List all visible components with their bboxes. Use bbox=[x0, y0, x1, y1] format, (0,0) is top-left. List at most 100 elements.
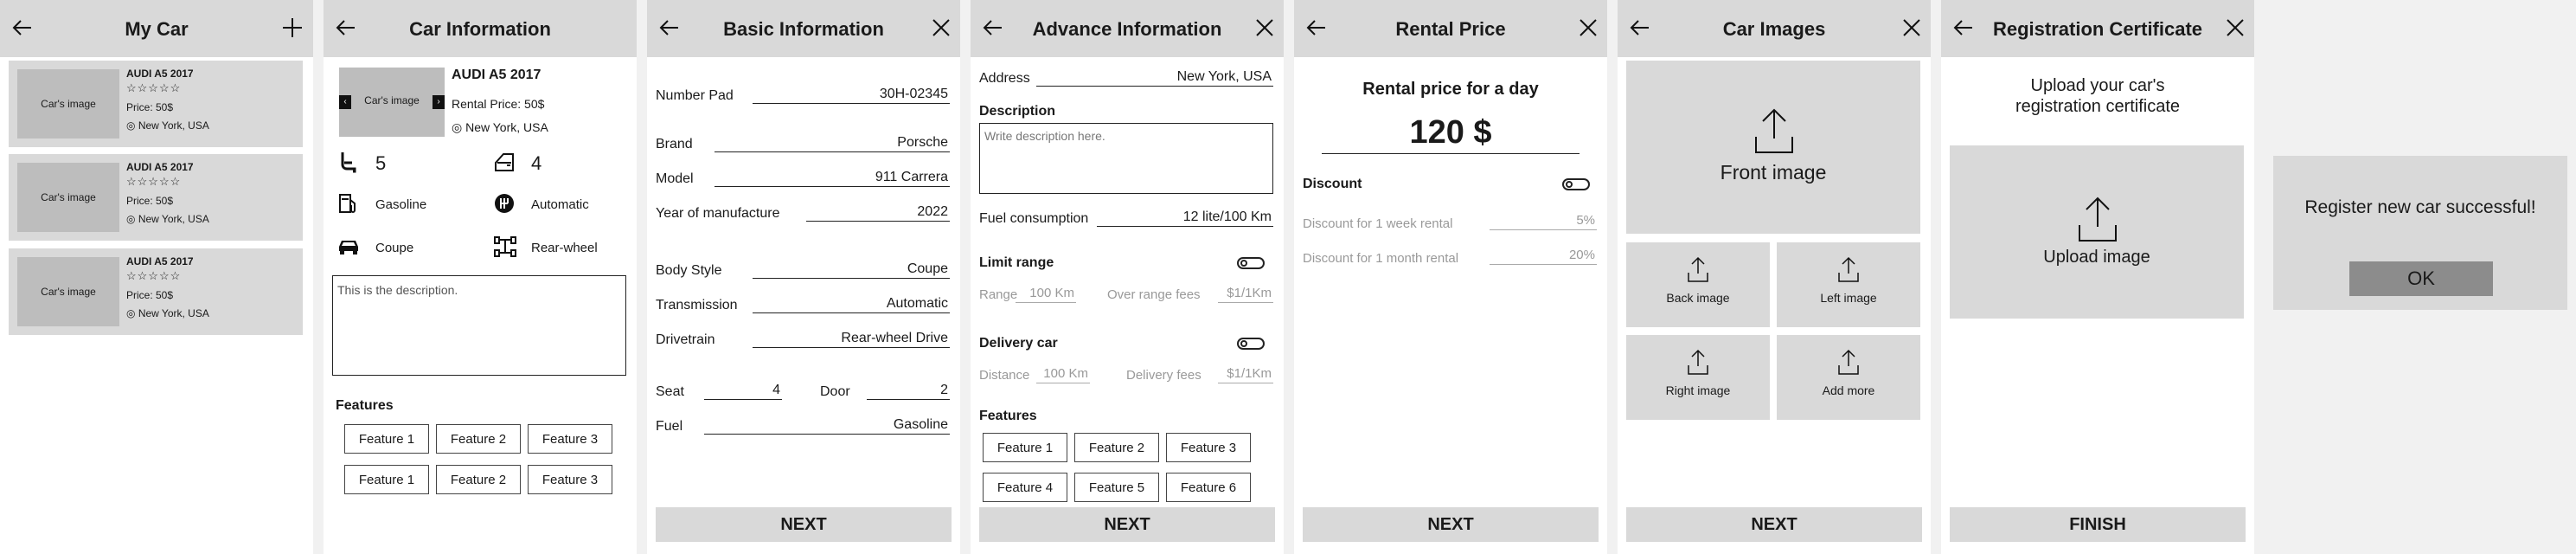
next-image-icon[interactable]: › bbox=[433, 95, 445, 109]
number-pad-label: Number Pad bbox=[656, 88, 734, 103]
address-input[interactable]: New York, USA bbox=[1036, 69, 1273, 87]
model-input[interactable]: 911 Carrera bbox=[714, 170, 950, 187]
distance-input[interactable]: 100 Km bbox=[1036, 366, 1090, 383]
month-discount-input[interactable]: 20% bbox=[1490, 248, 1597, 265]
car-image: Car's image bbox=[17, 257, 119, 326]
ok-button[interactable]: OK bbox=[2349, 261, 2493, 296]
feature-chip[interactable]: Feature 3 bbox=[1166, 433, 1251, 462]
upload-icon bbox=[1838, 256, 1859, 287]
delivery-car-toggle[interactable] bbox=[1237, 338, 1265, 350]
description-textarea[interactable]: Write description here. bbox=[979, 123, 1273, 194]
header: Basic Information bbox=[647, 0, 960, 57]
feature-chip[interactable]: Feature 2 bbox=[1074, 433, 1159, 462]
header: My Car bbox=[0, 0, 313, 57]
close-icon[interactable] bbox=[1253, 16, 1277, 40]
close-icon[interactable] bbox=[1900, 16, 1924, 40]
feature-chip: Feature 3 bbox=[528, 465, 612, 494]
feature-chip[interactable]: Feature 6 bbox=[1166, 473, 1251, 502]
car-location: ◎ New York, USA bbox=[126, 213, 209, 225]
features-title: Features bbox=[336, 398, 394, 413]
success-message: Register new car successful! bbox=[2304, 197, 2536, 217]
range-label: Range bbox=[979, 287, 1018, 302]
car-location: ◎ New York, USA bbox=[126, 307, 209, 319]
next-button[interactable]: NEXT bbox=[1626, 507, 1922, 542]
back-image-upload[interactable]: Back image bbox=[1626, 242, 1770, 327]
delivery-fees-label: Delivery fees bbox=[1126, 368, 1201, 383]
car-card[interactable]: Car's image AUDI A5 2017 ☆☆☆☆☆ Price: 50… bbox=[9, 248, 303, 335]
year-label: Year of manufacture bbox=[656, 206, 780, 221]
door-icon bbox=[493, 151, 516, 177]
car-name: AUDI A5 2017 bbox=[452, 68, 541, 82]
add-icon[interactable] bbox=[280, 16, 304, 40]
limit-range-toggle[interactable] bbox=[1237, 257, 1265, 269]
car-card[interactable]: Car's image AUDI A5 2017 ☆☆☆☆☆ Price: 50… bbox=[9, 154, 303, 241]
year-input[interactable]: 2022 bbox=[806, 204, 950, 222]
rental-price-input[interactable]: 120 $ bbox=[1322, 114, 1580, 154]
next-button[interactable]: NEXT bbox=[1303, 507, 1599, 542]
description-box: This is the description. bbox=[332, 275, 626, 376]
page-title: Registration Certificate bbox=[1992, 18, 2203, 40]
header: Car Information bbox=[324, 0, 637, 57]
success-dialog: Register new car successful! OK bbox=[2273, 156, 2567, 310]
back-image-label: Back image bbox=[1666, 291, 1730, 305]
close-icon[interactable] bbox=[2223, 16, 2247, 40]
car-image: Car's image ‹ › bbox=[339, 68, 445, 137]
rating-stars: ☆☆☆☆☆ bbox=[126, 269, 182, 282]
brand-input[interactable]: Porsche bbox=[714, 135, 950, 152]
close-icon[interactable] bbox=[1576, 16, 1600, 40]
car-image-label: Car's image bbox=[364, 94, 420, 106]
number-pad-input[interactable]: 30H-02345 bbox=[753, 87, 950, 104]
left-image-label: Left image bbox=[1820, 291, 1877, 305]
next-button[interactable]: NEXT bbox=[656, 507, 952, 542]
gearbox-icon bbox=[493, 192, 516, 219]
header: Rental Price bbox=[1294, 0, 1607, 57]
next-button[interactable]: NEXT bbox=[979, 507, 1275, 542]
feature-chip: Feature 1 bbox=[344, 424, 429, 454]
car-price: Price: 50$ bbox=[126, 289, 174, 301]
feature-chip[interactable]: Feature 5 bbox=[1074, 473, 1159, 502]
distance-label: Distance bbox=[979, 368, 1030, 383]
feature-chip[interactable]: Feature 4 bbox=[983, 473, 1067, 502]
fuel-input[interactable]: Gasoline bbox=[704, 417, 950, 435]
over-range-input[interactable]: $1/1Km bbox=[1218, 286, 1273, 303]
feature-chip: Feature 3 bbox=[528, 424, 612, 454]
week-discount-input[interactable]: 5% bbox=[1490, 213, 1597, 230]
limit-range-label: Limit range bbox=[979, 255, 1054, 270]
add-more-upload[interactable]: Add more bbox=[1777, 335, 1920, 420]
page-title: Rental Price bbox=[1395, 18, 1506, 40]
body-style-input[interactable]: Coupe bbox=[753, 261, 950, 279]
feature-chip[interactable]: Feature 1 bbox=[983, 433, 1067, 462]
upload-icon bbox=[2078, 194, 2118, 247]
drivetrain-input[interactable]: Rear-wheel Drive bbox=[753, 331, 950, 348]
fuel-consumption-input[interactable]: 12 lite/100 Km bbox=[1097, 209, 1273, 227]
location-text: New York, USA bbox=[138, 307, 209, 319]
finish-button[interactable]: FINISH bbox=[1950, 507, 2246, 542]
car-body-icon bbox=[337, 235, 360, 262]
transmission-input[interactable]: Automatic bbox=[753, 296, 950, 313]
description-placeholder: Write description here. bbox=[984, 129, 1105, 143]
upload-icon bbox=[1754, 106, 1794, 158]
car-card[interactable]: Car's image AUDI A5 2017 ☆☆☆☆☆ Price: 50… bbox=[9, 61, 303, 147]
month-discount-label: Discount for 1 month rental bbox=[1303, 251, 1459, 266]
prev-image-icon[interactable]: ‹ bbox=[339, 95, 351, 109]
discount-toggle[interactable] bbox=[1562, 178, 1590, 190]
certificate-upload[interactable]: Upload image bbox=[1950, 145, 2244, 319]
page-title: Car Images bbox=[1722, 18, 1826, 40]
front-image-upload[interactable]: Front image bbox=[1626, 61, 1920, 234]
car-price: Price: 50$ bbox=[126, 101, 174, 113]
range-input[interactable]: 100 Km bbox=[1016, 286, 1076, 303]
drivetrain-label: Drivetrain bbox=[656, 332, 715, 347]
rating-stars: ☆☆☆☆☆ bbox=[126, 175, 182, 188]
close-icon[interactable] bbox=[929, 16, 953, 40]
seat-input[interactable]: 4 bbox=[704, 383, 782, 400]
left-image-upload[interactable]: Left image bbox=[1777, 242, 1920, 327]
header: Advance Information bbox=[971, 0, 1284, 57]
delivery-fees-input[interactable]: $1/1Km bbox=[1218, 366, 1273, 383]
body-style-label: Body Style bbox=[656, 263, 722, 278]
feature-chip: Feature 2 bbox=[436, 465, 521, 494]
door-input[interactable]: 2 bbox=[867, 383, 950, 400]
feature-chip: Feature 1 bbox=[344, 465, 429, 494]
right-image-upload[interactable]: Right image bbox=[1626, 335, 1770, 420]
car-location: ◎ New York, USA bbox=[452, 120, 548, 134]
seat-icon bbox=[337, 151, 360, 177]
